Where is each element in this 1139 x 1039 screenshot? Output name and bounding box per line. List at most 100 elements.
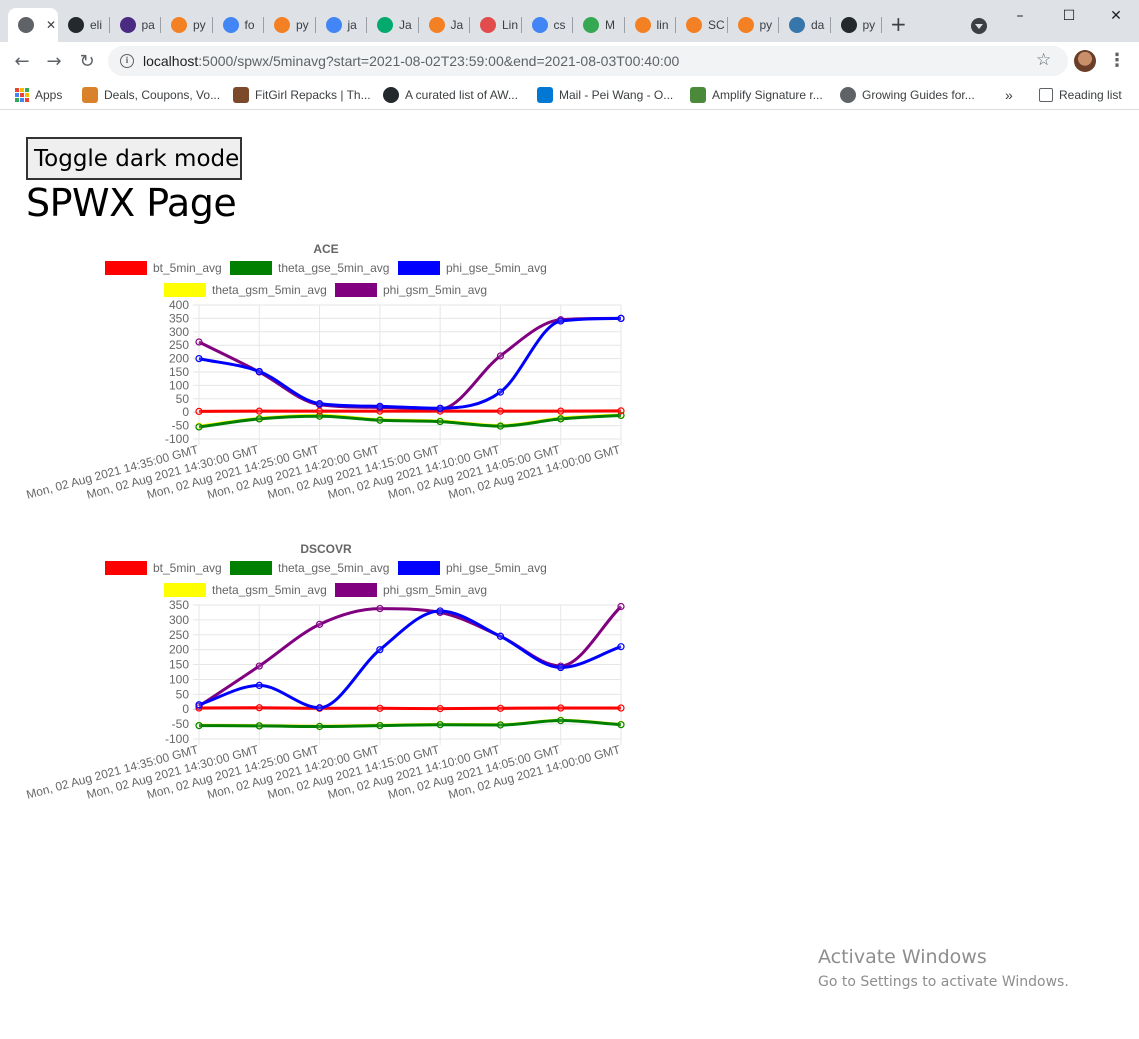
menu-kebab-icon[interactable]: ⋮	[1108, 50, 1126, 72]
data-point	[496, 632, 505, 640]
bookmark-item[interactable]: »	[1005, 84, 1013, 106]
browser-tab[interactable]: ✕	[8, 8, 58, 42]
legend-item[interactable]: phi_gsm_5min_avg	[335, 583, 487, 597]
data-point	[315, 704, 324, 712]
minimize-button[interactable]: –	[997, 2, 1043, 30]
browser-tab[interactable]: py	[264, 8, 316, 42]
chart-title: ACE	[313, 242, 338, 256]
tab-separator	[881, 17, 882, 33]
data-point	[315, 407, 324, 415]
browser-tab[interactable]: pa	[110, 8, 161, 42]
tab-search-icon[interactable]	[971, 18, 987, 34]
legend-swatch	[335, 283, 377, 297]
info-icon[interactable]: i	[120, 54, 134, 68]
data-point	[255, 722, 263, 730]
data-point	[617, 643, 625, 651]
browser-tab[interactable]: Ja	[419, 8, 470, 42]
page-title: SPWX Page	[26, 181, 237, 225]
new-tab-button[interactable]: +	[890, 14, 907, 34]
address-bar[interactable]: i localhost:5000/spwx/5minavg?start=2021…	[108, 46, 1068, 76]
github-icon	[383, 87, 399, 103]
tab-label: Lin	[502, 18, 519, 32]
legend-item[interactable]: theta_gse_5min_avg	[230, 261, 389, 275]
data-point	[376, 704, 384, 712]
data-point	[436, 404, 444, 412]
legend-swatch	[230, 261, 272, 275]
bookmark-item[interactable]: Amplify Signature r...	[690, 84, 823, 106]
stackoverflow-icon	[428, 17, 445, 33]
data-point	[195, 701, 203, 709]
tab-label: Ja	[399, 18, 412, 32]
data-point	[557, 317, 565, 325]
bookmark-item[interactable]: Reading list	[1039, 84, 1122, 106]
browser-tab[interactable]: ja	[316, 8, 367, 42]
data-point	[255, 415, 263, 423]
data-point	[195, 338, 203, 346]
back-arrow-icon[interactable]: ←	[10, 50, 34, 74]
data-point	[195, 354, 203, 363]
data-point	[496, 704, 505, 712]
ace-chart[interactable]: ACE bt_5min_avg theta_gse_5min_avg phi_gse_…	[0, 241, 680, 541]
reading-list-icon	[1039, 88, 1053, 102]
tab-label: M	[605, 18, 615, 32]
browser-tab[interactable]: eli	[58, 8, 110, 42]
tab-label: py	[759, 18, 773, 32]
browser-tab[interactable]: py	[728, 8, 779, 42]
tab-label: py	[296, 18, 309, 32]
browser-tab[interactable]: Ja	[367, 8, 419, 42]
data-point	[617, 704, 625, 712]
bookmark-item[interactable]: Apps	[15, 84, 62, 106]
browser-tab[interactable]: Lin	[470, 8, 522, 42]
legend-item[interactable]: theta_gse_5min_avg	[230, 561, 389, 575]
bookmark-star-icon[interactable]: ☆	[1036, 50, 1051, 70]
data-point	[195, 407, 203, 415]
url-text[interactable]: localhost:5000/spwx/5minavg?start=2021-0…	[143, 53, 679, 69]
activate-windows-watermark: Activate Windows Go to Settings to activ…	[818, 946, 1069, 990]
legend-item[interactable]: theta_gsm_5min_avg	[164, 283, 327, 297]
data-point	[436, 417, 444, 426]
tab-label: py	[193, 18, 206, 32]
browser-tab[interactable]: fo	[213, 8, 264, 42]
chart-title: DSCOVR	[300, 542, 352, 556]
y-tick-label: 0	[182, 702, 189, 716]
fitgirl-icon	[233, 87, 249, 103]
data-point	[617, 407, 625, 415]
data-point	[376, 722, 384, 730]
reload-icon[interactable]: ↻	[75, 50, 99, 74]
dscovr-chart[interactable]: DSCOVR bt_5min_avg theta_gse_5min_avg phi_g…	[0, 541, 680, 841]
globe-icon	[840, 87, 856, 103]
data-point	[557, 407, 565, 415]
legend-item[interactable]: phi_gse_5min_avg	[398, 261, 547, 275]
browser-tab[interactable]: py	[161, 8, 213, 42]
bookmark-item[interactable]: FitGirl Repacks | Th...	[233, 84, 371, 106]
browser-tab[interactable]: SC	[676, 8, 728, 42]
maximize-button[interactable]: ☐	[1046, 2, 1092, 30]
w3schools-icon	[377, 17, 393, 33]
bookmark-item[interactable]: Deals, Coupons, Vo...	[82, 84, 220, 106]
bookmark-label: Apps	[35, 88, 63, 102]
profile-avatar[interactable]	[1074, 50, 1096, 72]
close-tab-icon[interactable]: ✕	[46, 18, 56, 32]
data-point	[436, 607, 444, 615]
python-icon	[789, 17, 805, 33]
legend-item[interactable]: bt_5min_avg	[105, 261, 222, 275]
browser-tab[interactable]: lin	[625, 8, 676, 42]
browser-tab[interactable]: cs	[522, 8, 573, 42]
legend-item[interactable]: phi_gsm_5min_avg	[335, 283, 487, 297]
bookmark-item[interactable]: Mail - Pei Wang - O...	[537, 84, 673, 106]
browser-tab[interactable]: M	[573, 8, 625, 42]
data-point	[557, 663, 565, 672]
toggle-dark-mode-button[interactable]: Toggle dark mode	[26, 137, 242, 180]
globe-icon	[18, 17, 34, 33]
browser-tab[interactable]: py	[831, 8, 882, 42]
close-window-button[interactable]: ✕	[1093, 2, 1139, 30]
browser-tab[interactable]: da	[779, 8, 831, 42]
data-point	[617, 314, 625, 323]
bookmark-item[interactable]: A curated list of AW...	[383, 84, 518, 106]
legend-item[interactable]: theta_gsm_5min_avg	[164, 583, 327, 597]
legend-item[interactable]: bt_5min_avg	[105, 561, 222, 575]
google-icon	[531, 17, 548, 33]
bookmark-item[interactable]: Growing Guides for...	[840, 84, 975, 106]
forward-arrow-icon[interactable]: →	[42, 50, 66, 74]
legend-item[interactable]: phi_gse_5min_avg	[398, 561, 547, 575]
